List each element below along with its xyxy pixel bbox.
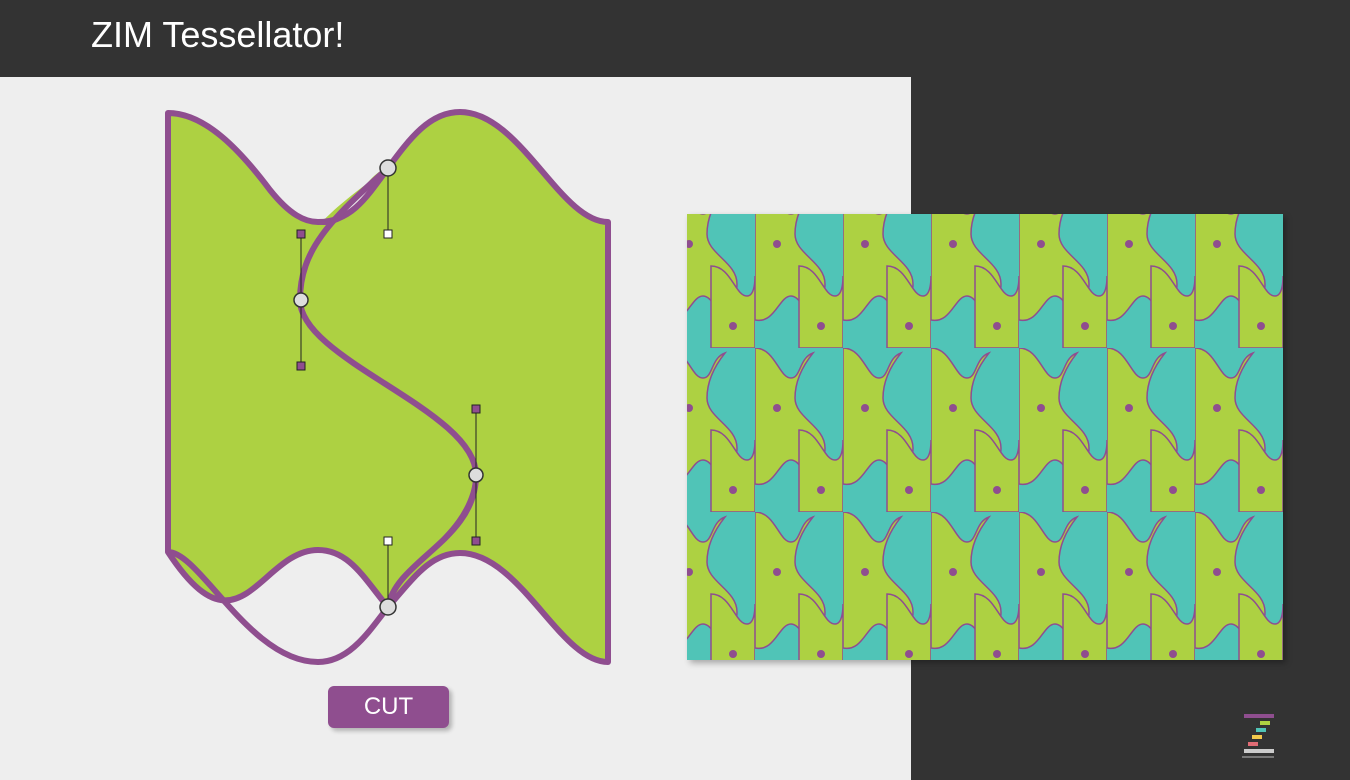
tessellation-preview [687, 214, 1283, 660]
anchor-point[interactable] [293, 292, 309, 308]
control-handle[interactable] [296, 361, 306, 371]
control-handle[interactable] [383, 229, 393, 239]
pattern-fill [687, 214, 1283, 660]
control-handle[interactable] [383, 536, 393, 546]
control-handle[interactable] [296, 229, 306, 239]
zim-logo-icon[interactable] [1240, 712, 1276, 760]
anchor-point[interactable] [379, 159, 397, 177]
control-handle[interactable] [471, 404, 481, 414]
tessellation-pattern [687, 214, 1283, 660]
anchor-point[interactable] [468, 467, 484, 483]
anchor-point[interactable] [379, 598, 397, 616]
control-handle[interactable] [471, 536, 481, 546]
cut-button[interactable]: CUT [328, 686, 449, 728]
